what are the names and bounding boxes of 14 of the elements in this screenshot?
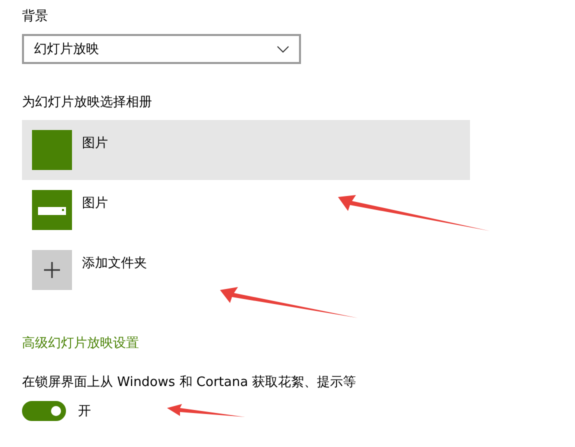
- album-list-item[interactable]: 图片: [22, 180, 470, 240]
- advanced-settings-link[interactable]: 高级幻灯片放映设置: [22, 334, 139, 352]
- album-thumbnail-icon: [32, 130, 72, 170]
- toggle-state-label: 开: [78, 403, 91, 420]
- chevron-down-icon: [277, 46, 289, 52]
- album-list-item[interactable]: 添加文件夹: [22, 240, 470, 300]
- setting-label: 在锁屏界面上从 Windows 和 Cortana 获取花絮、提示等: [22, 374, 358, 392]
- album-list-item[interactable]: 图片: [22, 120, 470, 180]
- section-label: 背景: [22, 8, 49, 26]
- toggle-switch[interactable]: [22, 401, 66, 421]
- add-icon: [32, 250, 72, 290]
- drive-icon: [32, 190, 72, 230]
- section-label: 为幻灯片放映选择相册: [22, 94, 153, 112]
- background-dropdown[interactable]: 幻灯片放映: [22, 34, 301, 64]
